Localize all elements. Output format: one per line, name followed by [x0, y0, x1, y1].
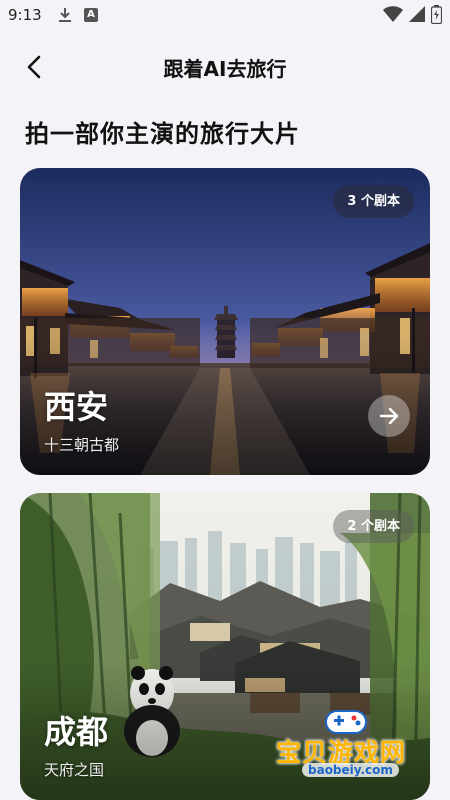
city-name: 西安 — [44, 388, 109, 426]
page-title: 跟着AI去旅行 — [163, 57, 287, 81]
watermark: 宝贝游戏网 baobeiy.com — [272, 705, 422, 795]
city-subtitle: 十三朝古都 — [44, 436, 120, 454]
city-subtitle: 天府之国 — [44, 761, 105, 779]
gamepad-icon — [325, 710, 367, 734]
arrow-right-icon[interactable] — [368, 395, 410, 437]
script-count-badge: 3 个剧本 — [333, 185, 414, 218]
destination-card-xian[interactable]: 3 个剧本 西安 十三朝古都 — [20, 168, 430, 475]
headline: 拍一部你主演的旅行大片 — [25, 120, 300, 148]
a-icon: A — [84, 8, 98, 22]
watermark-url: baobeiy.com — [302, 763, 399, 777]
header: 跟着AI去旅行 — [0, 44, 450, 88]
download-icon — [59, 8, 71, 22]
wifi-icon — [383, 6, 403, 22]
signal-icon — [409, 6, 425, 22]
city-name: 成都 — [44, 713, 109, 751]
status-time: 9:13 — [8, 6, 42, 24]
battery-icon — [431, 5, 442, 24]
script-count-badge: 2 个剧本 — [333, 510, 414, 543]
status-bar: 9:13 A — [0, 0, 450, 32]
